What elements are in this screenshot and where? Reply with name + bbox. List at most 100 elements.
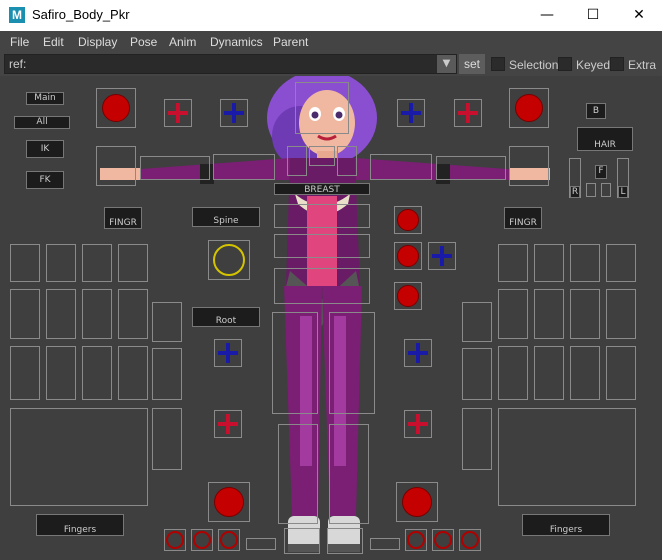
window-title: Safiro_Body_Pkr xyxy=(32,7,130,22)
menu-dynamics[interactable]: Dynamics xyxy=(210,35,263,49)
menu-anim[interactable]: Anim xyxy=(169,35,196,49)
finger-ctrl[interactable] xyxy=(10,346,40,400)
thumb-ctrl[interactable] xyxy=(152,408,182,470)
red-ring-icon xyxy=(434,531,452,549)
finger-ctrl[interactable] xyxy=(118,244,148,282)
finger-ctrl[interactable] xyxy=(10,289,40,339)
finger-ctrl[interactable] xyxy=(498,244,528,282)
left-toe-bar[interactable] xyxy=(246,538,276,550)
right-upperarm-ctrl[interactable] xyxy=(370,154,432,180)
red-ring-icon xyxy=(220,531,238,549)
left-foot-ctrl[interactable] xyxy=(284,528,320,554)
f-button[interactable]: F xyxy=(595,165,607,179)
finger-ctrl[interactable] xyxy=(534,244,564,282)
left-forearm-ctrl[interactable] xyxy=(140,156,210,180)
fingers-right-button[interactable]: Fingers xyxy=(522,514,610,536)
hair-f-left[interactable] xyxy=(586,183,596,197)
maximize-button[interactable]: ☐ xyxy=(570,0,616,31)
fingers-left-button[interactable]: Fingers xyxy=(36,514,124,536)
thumb-ctrl[interactable] xyxy=(462,348,492,400)
l-button[interactable]: L xyxy=(618,186,628,198)
red-plus-icon xyxy=(408,414,428,434)
right-foot-ctrl[interactable] xyxy=(327,528,363,554)
close-button[interactable]: ✕ xyxy=(616,0,662,31)
chest-ctrl[interactable] xyxy=(274,204,370,228)
all-button[interactable]: All xyxy=(14,116,70,129)
namespace-field[interactable]: ref: xyxy=(4,54,457,74)
b-button[interactable]: B xyxy=(586,103,606,119)
right-hand-ctrl[interactable] xyxy=(509,146,549,186)
set-button[interactable]: set xyxy=(459,54,485,74)
hair-button[interactable]: HAIR xyxy=(577,127,633,151)
spine-button[interactable]: Spine xyxy=(192,207,260,227)
right-thigh-ctrl[interactable] xyxy=(329,312,375,414)
red-plus-icon xyxy=(458,103,478,123)
finger-ctrl[interactable] xyxy=(46,289,76,339)
minimize-button[interactable]: — xyxy=(524,0,570,31)
left-hand-ctrl[interactable] xyxy=(96,146,136,186)
finger-ctrl[interactable] xyxy=(82,346,112,400)
menu-parent[interactable]: Parent xyxy=(273,35,308,49)
menu-display[interactable]: Display xyxy=(78,35,117,49)
fk-button[interactable]: FK xyxy=(26,171,64,189)
neck-ctrl[interactable] xyxy=(309,146,335,166)
finger-ctrl[interactable] xyxy=(118,289,148,339)
left-collar-ctrl[interactable] xyxy=(287,146,307,176)
finger-ctrl[interactable] xyxy=(534,346,564,400)
title-bar: M Safiro_Body_Pkr — ☐ ✕ xyxy=(0,0,662,31)
finger-ctrl[interactable] xyxy=(46,346,76,400)
extra-checkbox[interactable] xyxy=(610,57,624,71)
picker-window: M Safiro_Body_Pkr — ☐ ✕ File Edit Displa… xyxy=(0,0,662,560)
left-upperarm-ctrl[interactable] xyxy=(213,154,275,180)
namespace-dropdown-icon[interactable]: ▼ xyxy=(437,55,456,73)
ik-button[interactable]: IK xyxy=(26,140,64,158)
palm-ctrl[interactable] xyxy=(10,408,148,506)
right-toe-bar[interactable] xyxy=(370,538,400,550)
menu-edit[interactable]: Edit xyxy=(43,35,64,49)
spine-mid-ctrl[interactable] xyxy=(274,234,370,258)
finger-ctrl[interactable] xyxy=(118,346,148,400)
pelvis-ctrl[interactable] xyxy=(274,268,370,304)
finger-ctrl[interactable] xyxy=(82,289,112,339)
breast-button[interactable]: BREAST xyxy=(274,183,370,195)
thumb-ctrl[interactable] xyxy=(462,408,492,470)
finger-ctrl[interactable] xyxy=(570,244,600,282)
red-dot-icon xyxy=(214,487,244,517)
finger-ctrl[interactable] xyxy=(10,244,40,282)
left-shin-ctrl[interactable] xyxy=(278,424,318,524)
finger-ctrl[interactable] xyxy=(46,244,76,282)
thumb-ctrl[interactable] xyxy=(152,302,182,342)
selection-label: Selection xyxy=(509,58,559,72)
right-collar-ctrl[interactable] xyxy=(337,146,357,176)
thumb-ctrl[interactable] xyxy=(152,348,182,400)
menu-pose[interactable]: Pose xyxy=(130,35,157,49)
finger-ctrl[interactable] xyxy=(570,289,600,339)
finger-ctrl[interactable] xyxy=(606,289,636,339)
right-forearm-ctrl[interactable] xyxy=(436,156,506,180)
main-button[interactable]: Main xyxy=(26,92,64,105)
cog-ring-icon xyxy=(213,244,245,276)
root-button[interactable]: Root xyxy=(192,307,260,327)
fingr-right-button[interactable]: FINGR xyxy=(504,207,542,229)
keyed-checkbox[interactable] xyxy=(558,57,572,71)
finger-ctrl[interactable] xyxy=(606,244,636,282)
fingr-left-button[interactable]: FINGR xyxy=(104,207,142,229)
hair-f-right[interactable] xyxy=(601,183,611,197)
finger-ctrl[interactable] xyxy=(606,346,636,400)
thumb-ctrl[interactable] xyxy=(462,302,492,342)
right-shin-ctrl[interactable] xyxy=(329,424,369,524)
finger-ctrl[interactable] xyxy=(498,289,528,339)
menu-file[interactable]: File xyxy=(10,35,29,49)
finger-ctrl[interactable] xyxy=(570,346,600,400)
finger-ctrl[interactable] xyxy=(82,244,112,282)
red-dot-icon xyxy=(397,209,419,231)
head-ctrl[interactable] xyxy=(295,82,349,134)
palm-ctrl[interactable] xyxy=(498,408,636,506)
left-thigh-ctrl[interactable] xyxy=(272,312,318,414)
finger-ctrl[interactable] xyxy=(498,346,528,400)
selection-checkbox[interactable] xyxy=(491,57,505,71)
r-button[interactable]: R xyxy=(570,186,580,198)
blue-plus-icon xyxy=(401,103,421,123)
blue-plus-icon xyxy=(408,343,428,363)
finger-ctrl[interactable] xyxy=(534,289,564,339)
